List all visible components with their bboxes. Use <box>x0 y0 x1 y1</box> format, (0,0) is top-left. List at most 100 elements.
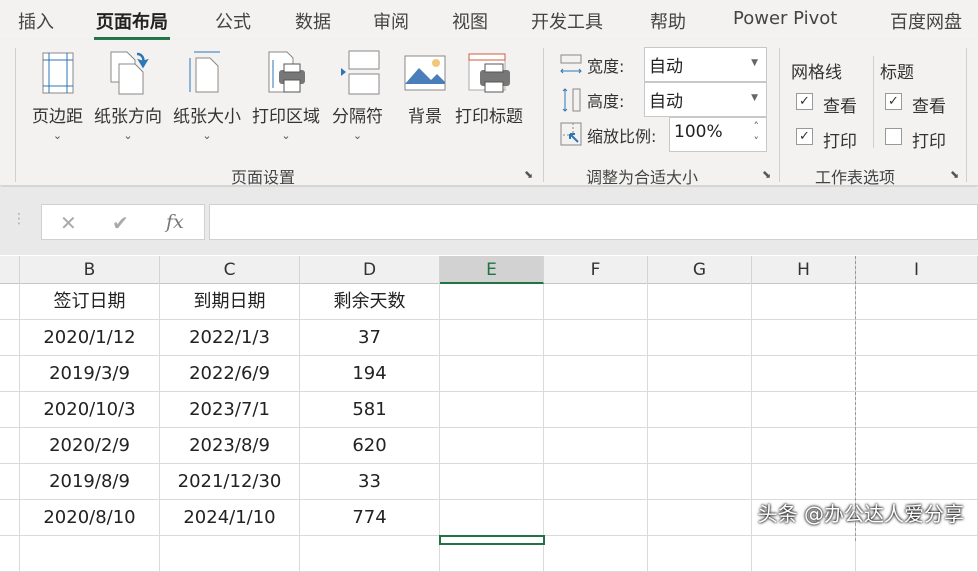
cell[interactable] <box>752 392 856 428</box>
cell[interactable] <box>752 284 856 320</box>
tab-6[interactable]: 开发工具 <box>531 8 603 34</box>
scale-launcher-icon[interactable]: ⬊ <box>762 168 771 181</box>
cell[interactable]: 37 <box>300 320 440 356</box>
cell[interactable] <box>300 536 440 572</box>
column-header-E[interactable]: E <box>440 256 544 284</box>
cell[interactable] <box>648 464 752 500</box>
height-select[interactable]: 自动 ▼ <box>644 82 767 117</box>
cell[interactable] <box>20 536 160 572</box>
tab-7[interactable]: 帮助 <box>650 8 686 34</box>
gridlines-view-checkbox[interactable]: ✓ <box>796 93 813 110</box>
cell[interactable] <box>440 464 544 500</box>
selected-cell[interactable] <box>439 535 545 545</box>
cell[interactable] <box>856 320 978 356</box>
cell[interactable] <box>648 284 752 320</box>
headings-print-checkbox[interactable] <box>885 128 902 145</box>
page-setup-button-0[interactable]: 页边距 ⌄ <box>32 50 83 142</box>
cell[interactable] <box>440 284 544 320</box>
cell[interactable] <box>0 284 20 320</box>
cell[interactable] <box>440 356 544 392</box>
cell[interactable] <box>0 536 20 572</box>
cell[interactable] <box>0 464 20 500</box>
cell[interactable]: 581 <box>300 392 440 428</box>
cell[interactable] <box>440 392 544 428</box>
cell[interactable] <box>160 536 300 572</box>
cell[interactable] <box>648 428 752 464</box>
cell[interactable] <box>856 356 978 392</box>
cell[interactable] <box>752 464 856 500</box>
column-header-D[interactable]: D <box>300 256 440 284</box>
cell[interactable]: 2022/1/3 <box>160 320 300 356</box>
page-setup-button-1[interactable]: 纸张方向 ⌄ <box>94 50 162 142</box>
cell[interactable]: 到期日期 <box>160 284 300 320</box>
cell[interactable]: 774 <box>300 500 440 536</box>
headings-view-checkbox[interactable]: ✓ <box>885 93 902 110</box>
page-setup-button-6[interactable]: 打印标题 <box>455 50 523 127</box>
cell[interactable] <box>0 320 20 356</box>
cell[interactable] <box>440 428 544 464</box>
cell[interactable] <box>856 284 978 320</box>
gridlines-print-checkbox[interactable]: ✓ <box>796 128 813 145</box>
cell[interactable] <box>544 392 648 428</box>
cell[interactable]: 2020/8/10 <box>20 500 160 536</box>
cell[interactable] <box>544 356 648 392</box>
cell[interactable] <box>752 536 856 572</box>
page-setup-button-2[interactable]: 纸张大小 ⌄ <box>173 50 241 142</box>
page-setup-button-5[interactable]: 背景 <box>402 50 448 127</box>
cell[interactable] <box>648 392 752 428</box>
formula-input[interactable] <box>209 204 978 240</box>
cell[interactable]: 2024/1/10 <box>160 500 300 536</box>
sheet-options-launcher-icon[interactable]: ⬊ <box>950 168 959 181</box>
cell[interactable] <box>856 392 978 428</box>
cell[interactable] <box>648 500 752 536</box>
cell[interactable]: 194 <box>300 356 440 392</box>
column-header-F[interactable]: F <box>544 256 648 284</box>
cell[interactable] <box>440 320 544 356</box>
column-header-A-partial[interactable] <box>0 256 20 284</box>
cell[interactable]: 2019/3/9 <box>20 356 160 392</box>
insert-function-icon[interactable]: fx <box>166 211 184 233</box>
cell[interactable] <box>0 428 20 464</box>
cell[interactable]: 2020/10/3 <box>20 392 160 428</box>
page-setup-button-3[interactable]: 打印区域 ⌄ <box>252 50 320 142</box>
cell[interactable] <box>0 500 20 536</box>
cell[interactable] <box>752 356 856 392</box>
cancel-icon[interactable]: ✕ <box>60 211 77 235</box>
tab-1[interactable]: 页面布局 <box>94 8 170 40</box>
cell[interactable]: 2023/8/9 <box>160 428 300 464</box>
cell[interactable]: 剩余天数 <box>300 284 440 320</box>
tab-2[interactable]: 公式 <box>215 8 251 34</box>
page-setup-button-4[interactable]: 分隔符 ⌄ <box>332 50 383 142</box>
cell[interactable]: 2021/12/30 <box>160 464 300 500</box>
cell[interactable] <box>648 536 752 572</box>
cell[interactable]: 620 <box>300 428 440 464</box>
column-header-C[interactable]: C <box>160 256 300 284</box>
cell[interactable] <box>648 356 752 392</box>
cell[interactable] <box>752 320 856 356</box>
tab-5[interactable]: 视图 <box>452 8 488 34</box>
cell[interactable]: 2023/7/1 <box>160 392 300 428</box>
tab-0[interactable]: 插入 <box>18 8 54 34</box>
enter-icon[interactable]: ✔ <box>112 211 129 235</box>
cell[interactable] <box>0 392 20 428</box>
column-header-B[interactable]: B <box>20 256 160 284</box>
width-select[interactable]: 自动 ▼ <box>644 47 767 82</box>
cell[interactable] <box>856 464 978 500</box>
cell[interactable]: 2019/8/9 <box>20 464 160 500</box>
cell[interactable] <box>544 428 648 464</box>
page-setup-launcher-icon[interactable]: ⬊ <box>524 168 533 181</box>
tab-9[interactable]: 百度网盘 <box>890 8 962 34</box>
tab-8[interactable]: Power Pivot <box>733 8 837 29</box>
cell[interactable]: 签订日期 <box>20 284 160 320</box>
cell[interactable] <box>544 464 648 500</box>
cell[interactable]: 2020/1/12 <box>20 320 160 356</box>
column-header-I[interactable]: I <box>856 256 978 284</box>
tab-4[interactable]: 审阅 <box>373 8 409 34</box>
cell[interactable] <box>544 536 648 572</box>
tab-3[interactable]: 数据 <box>295 8 331 34</box>
cell[interactable] <box>856 428 978 464</box>
cell[interactable] <box>648 320 752 356</box>
cell[interactable] <box>752 428 856 464</box>
cell[interactable] <box>0 356 20 392</box>
cell[interactable]: 33 <box>300 464 440 500</box>
